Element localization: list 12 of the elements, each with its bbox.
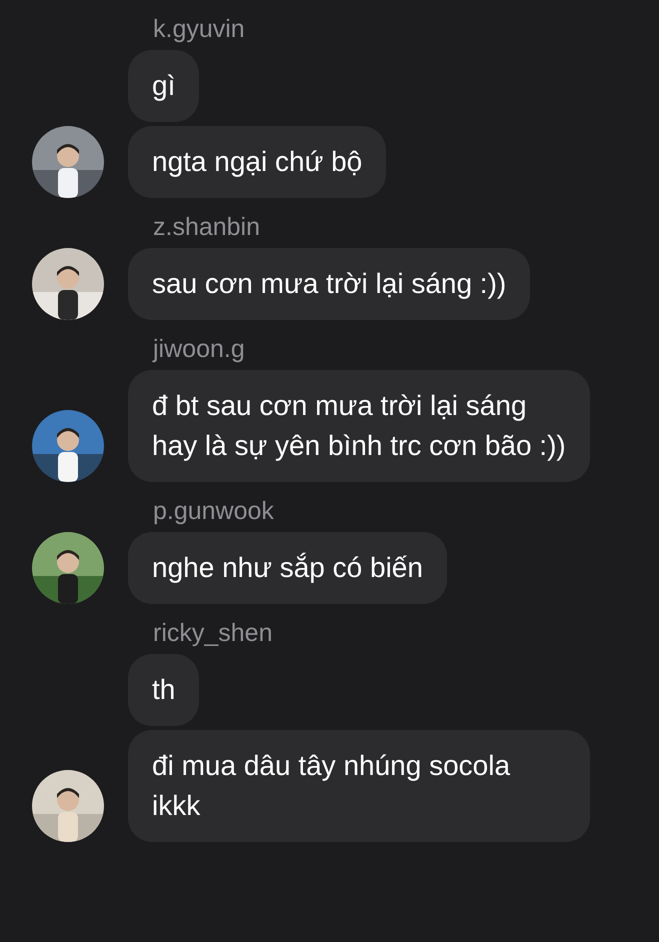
message-bubble: sau cơn mưa trời lại sáng :)): [128, 248, 530, 320]
message-bubble: ngta ngại chứ bộ: [128, 126, 386, 198]
sender-name: z.shanbin: [153, 212, 262, 243]
sender-name: ricky_shen: [153, 618, 274, 649]
message-bubble: đi mua dâu tây nhúng socola ikkk: [128, 730, 590, 842]
message-bubble: th: [128, 654, 200, 726]
sender-name: k.gyuvin: [153, 14, 246, 45]
message-bubble: đ bt sau cơn mưa trời lại sáng hay là sự yên bình trc cơn bão :)): [128, 370, 590, 482]
sender-name: p.gunwook: [153, 496, 275, 527]
sender-name: jiwoon.g: [153, 334, 246, 365]
message-bubble: gì: [128, 50, 200, 122]
message-bubble: nghe như sắp có biến: [128, 532, 447, 604]
